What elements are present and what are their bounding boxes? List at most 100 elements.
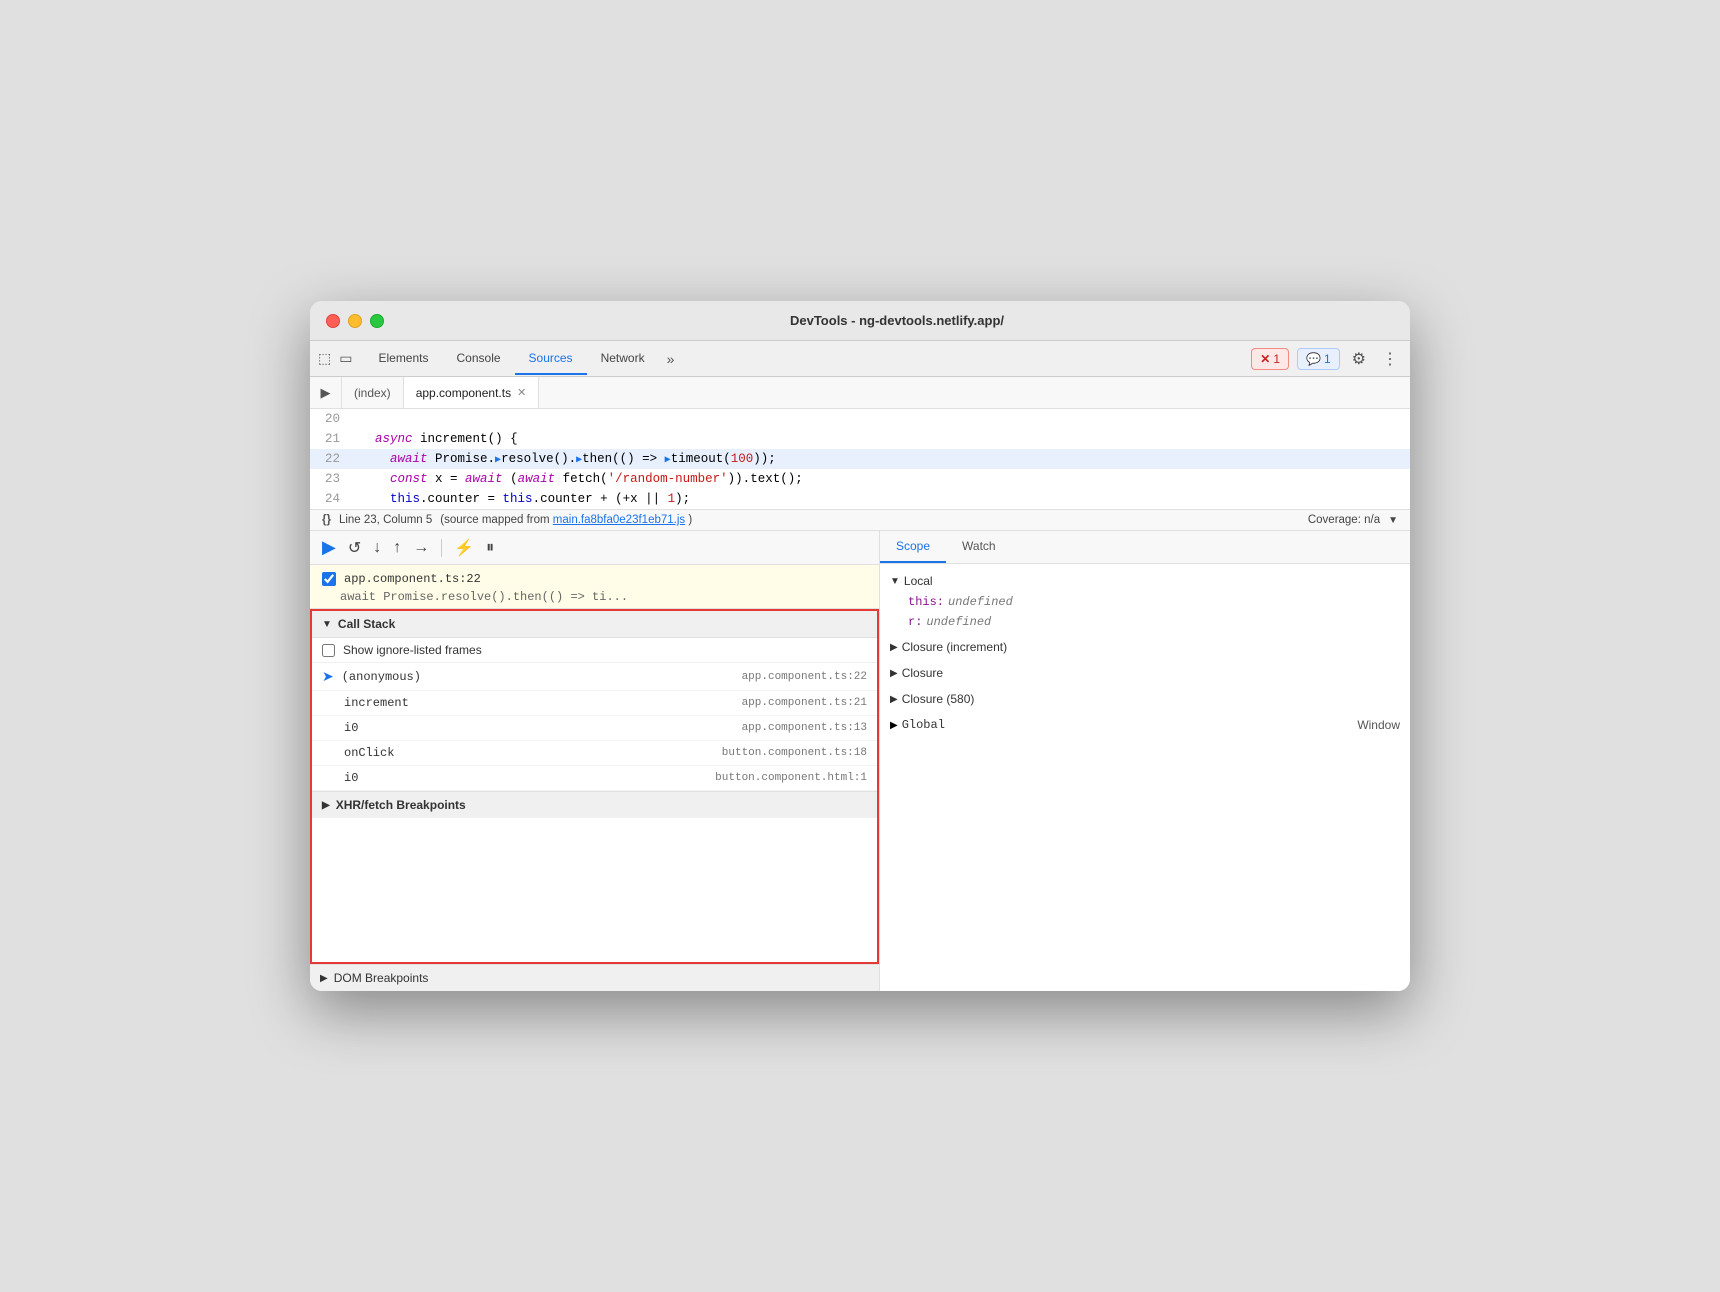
pause-exceptions-button[interactable]: ⏸	[486, 539, 494, 557]
scope-content: ▼ Local this: undefined r: undefined	[880, 564, 1410, 991]
tab-watch[interactable]: Watch	[946, 531, 1012, 563]
frame-i0-2[interactable]: i0 button.component.html:1	[312, 766, 877, 791]
line-number-22: 22	[310, 449, 352, 469]
code-line-21: 21 async increment() {	[310, 429, 1410, 449]
scope-local-header[interactable]: ▼ Local	[880, 570, 1410, 592]
call-stack-label: Call Stack	[338, 617, 395, 631]
devtools-body: ⬚ ▭ Elements Console Sources Network » ✕…	[310, 341, 1410, 991]
tab-console[interactable]: Console	[443, 343, 515, 375]
window-title: DevTools - ng-devtools.netlify.app/	[400, 313, 1394, 328]
maximize-button[interactable]	[370, 314, 384, 328]
more-options-icon[interactable]: ⋮	[1378, 347, 1402, 371]
file-tabs: ▶ (index) app.component.ts ✕	[310, 377, 1410, 409]
scope-closure-header[interactable]: ▶ Closure	[880, 662, 1410, 684]
close-button[interactable]	[326, 314, 340, 328]
step-into-button[interactable]: ↓	[373, 539, 381, 557]
frame-increment[interactable]: increment app.component.ts:21	[312, 691, 877, 716]
deactivate-breakpoints-button[interactable]: ⚡	[454, 538, 474, 558]
line-number-21: 21	[310, 429, 352, 449]
settings-icon[interactable]: ⚙	[1348, 347, 1370, 371]
global-toggle-icon: ▶	[890, 720, 898, 731]
source-map-info: (source mapped from main.fa8bfa0e23f1eb7…	[440, 514, 692, 526]
close-tab-icon[interactable]: ✕	[517, 386, 526, 399]
scope-tabs: Scope Watch	[880, 531, 1410, 564]
scope-global-label: Global	[902, 718, 945, 732]
frame-i0-1[interactable]: i0 app.component.ts:13	[312, 716, 877, 741]
title-bar: DevTools - ng-devtools.netlify.app/	[310, 301, 1410, 341]
breakpoint-item[interactable]: app.component.ts:22	[318, 569, 871, 589]
ignore-frames-checkbox[interactable]	[322, 644, 335, 657]
coverage-dropdown-icon[interactable]: ▼	[1388, 515, 1398, 526]
frame-location-onclick: button.component.ts:18	[722, 747, 867, 759]
cursor-icon[interactable]: ⬚	[318, 350, 331, 367]
dom-section-label: DOM Breakpoints	[334, 971, 429, 985]
line-content-21[interactable]: async increment() {	[352, 429, 1410, 449]
tab-sources[interactable]: Sources	[515, 343, 587, 375]
frame-location-i0-2: button.component.html:1	[715, 772, 867, 784]
frame-name-i0-2: i0	[322, 771, 715, 785]
closure-toggle-icon: ▶	[890, 668, 898, 679]
line-number-23: 23	[310, 469, 352, 489]
scope-closure-580-label: Closure (580)	[902, 692, 975, 706]
closure-580-toggle-icon: ▶	[890, 694, 898, 705]
scope-closure-increment: ▶ Closure (increment)	[880, 634, 1410, 660]
error-icon: ✕	[1260, 352, 1270, 366]
line-content-23[interactable]: const x = await (await fetch('/random-nu…	[352, 469, 1410, 489]
scope-r-key: r:	[908, 615, 922, 629]
scope-global-row[interactable]: ▶ Global Window	[880, 714, 1410, 736]
xhr-section-header[interactable]: ▶ XHR/fetch Breakpoints	[312, 791, 877, 818]
scope-this-key: this:	[908, 595, 944, 609]
frame-name-i0-1: i0	[322, 721, 742, 735]
tab-network[interactable]: Network	[587, 343, 659, 375]
error-badge[interactable]: ✕ 1	[1251, 348, 1289, 370]
scope-this-val: undefined	[948, 595, 1013, 609]
code-line-24: 24 this.counter = this.counter + (+x || …	[310, 489, 1410, 509]
call-stack-header[interactable]: ▼ Call Stack	[312, 611, 877, 638]
call-stack-toggle: ▼	[322, 619, 332, 630]
frame-onclick[interactable]: onClick button.component.ts:18	[312, 741, 877, 766]
file-tab-app-component[interactable]: app.component.ts ✕	[404, 377, 540, 408]
scope-closure-580: ▶ Closure (580)	[880, 686, 1410, 712]
scope-local-label: Local	[904, 574, 933, 588]
chat-icon: 💬	[1306, 352, 1321, 366]
active-frame-arrow-icon: ➤	[322, 668, 334, 685]
debug-toolbar: ▶ ↺ ↓ ↑ → ⚡ ⏸	[310, 531, 879, 565]
frame-name-onclick: onClick	[322, 746, 722, 760]
file-tab-index[interactable]: (index)	[342, 377, 404, 408]
devtools-window: DevTools - ng-devtools.netlify.app/ ⬚ ▭ …	[310, 301, 1410, 991]
breakpoint-checkbox[interactable]	[322, 572, 336, 586]
resume-button[interactable]: ▶	[322, 537, 336, 558]
nav-icons: ⬚ ▭	[318, 350, 352, 367]
source-map-link[interactable]: main.fa8bfa0e23f1eb71.js	[553, 514, 685, 526]
scope-closure-580-header[interactable]: ▶ Closure (580)	[880, 688, 1410, 710]
minimize-button[interactable]	[348, 314, 362, 328]
info-badge[interactable]: 💬 1	[1297, 348, 1340, 370]
tab-scope[interactable]: Scope	[880, 531, 946, 563]
right-panel: Scope Watch ▼ Local this: undefined	[880, 531, 1410, 991]
frame-location-anonymous: app.component.ts:22	[742, 671, 867, 683]
step-out-button[interactable]: ↑	[393, 539, 401, 557]
scope-global-val: Window	[1357, 718, 1400, 732]
step-over-button[interactable]: ↺	[348, 538, 361, 558]
frame-location-increment: app.component.ts:21	[742, 697, 867, 709]
ignore-frames-label: Show ignore-listed frames	[343, 643, 482, 657]
scope-closure-increment-header[interactable]: ▶ Closure (increment)	[880, 636, 1410, 658]
line-content-22[interactable]: await Promise.▶resolve().▶then(() => ▶ti…	[352, 449, 1410, 469]
call-stack-content: Show ignore-listed frames ➤ (anonymous) …	[312, 638, 877, 791]
scope-r-val: undefined	[926, 615, 991, 629]
file-navigator-icon[interactable]: ▶	[310, 377, 342, 408]
left-panel: ▶ ↺ ↓ ↑ → ⚡ ⏸ app.component.ts:22 await …	[310, 531, 880, 991]
tab-elements[interactable]: Elements	[364, 343, 442, 375]
breakpoint-code: await Promise.resolve().then(() => ti...	[318, 590, 871, 604]
line-content-24[interactable]: this.counter = this.counter + (+x || 1);	[352, 489, 1410, 509]
frame-location-i0-1: app.component.ts:13	[742, 722, 867, 734]
dom-section-header[interactable]: ▶ DOM Breakpoints	[310, 964, 879, 991]
code-line-22: 22 await Promise.▶resolve().▶then(() => …	[310, 449, 1410, 469]
frame-anonymous[interactable]: ➤ (anonymous) app.component.ts:22	[312, 663, 877, 691]
more-tabs-button[interactable]: »	[659, 351, 683, 367]
step-button[interactable]: →	[413, 539, 429, 557]
device-icon[interactable]: ▭	[339, 350, 352, 367]
pretty-print-icon[interactable]: {}	[322, 514, 331, 526]
scope-closure-increment-label: Closure (increment)	[902, 640, 1007, 654]
tab-right-actions: ✕ 1 💬 1 ⚙ ⋮	[1251, 347, 1402, 371]
